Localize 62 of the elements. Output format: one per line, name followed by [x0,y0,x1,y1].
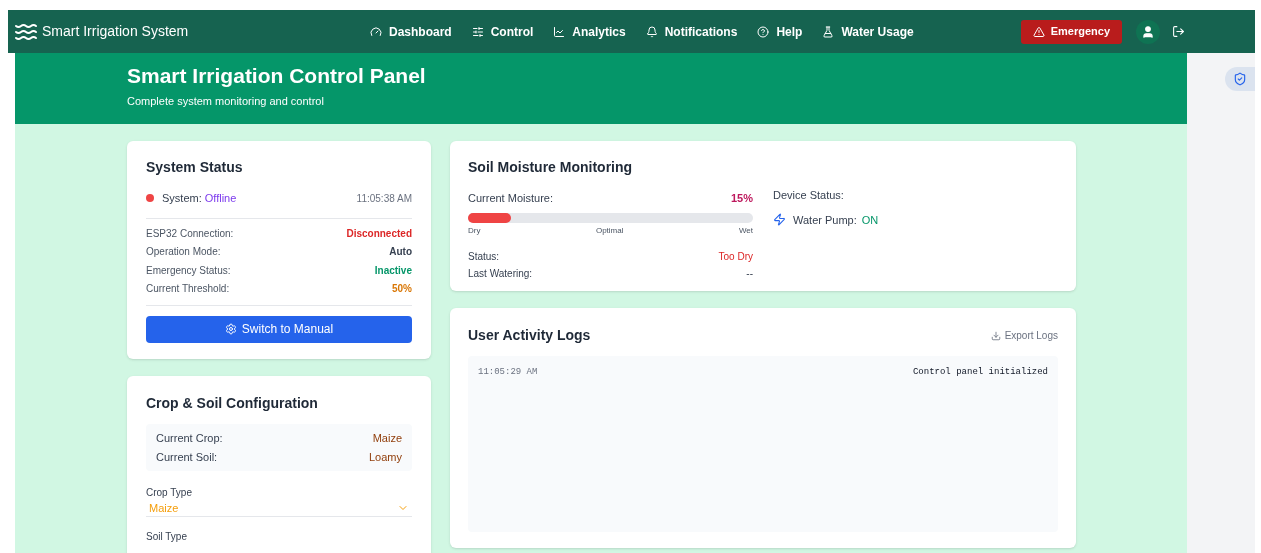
card-title: Crop & Soil Configuration [146,393,319,413]
config-label: Current Soil: [156,449,218,465]
export-logs-button[interactable]: Export Logs [990,328,1058,343]
status-value: Auto [389,245,412,259]
system-state: Offline [204,191,237,206]
moisture-label: Current Moisture: [468,191,553,206]
user-button[interactable] [1136,19,1160,44]
gauge-icon [370,25,382,38]
scale-label: Wet [738,224,753,237]
pump-state: ON [861,212,879,228]
logout-icon[interactable] [1172,25,1185,38]
lightning-icon [773,213,786,227]
page-subtitle: Complete system monitoring and control [127,94,325,109]
gear-icon [224,323,237,335]
card-title: System Status [146,158,244,177]
config-value: Loamy [368,449,402,465]
nav-link[interactable]: Help [757,22,803,41]
status-label: Emergency Status: [146,263,231,278]
moisture-reading: 15% [730,191,753,206]
flask-icon [822,25,835,38]
sliders-icon [471,25,484,38]
moisture-status: Too Dry [718,249,753,264]
shield-button[interactable] [1225,67,1255,91]
nav-link[interactable]: Control [471,22,534,41]
device-status-title: Device Status: [773,188,845,203]
page-title: Smart Irrigation Control Panel [127,63,427,88]
status-value: Disconnected [346,226,412,241]
config-value: Maize [372,430,402,446]
chart-icon [553,25,566,38]
config-label: Current Crop: [156,430,223,446]
scale-label: Dry [468,224,481,237]
shield-icon [1233,72,1247,86]
card-title: User Activity Logs [468,326,591,345]
pump-label: Water Pump: [793,212,857,228]
status-time: 11:05:38 AM [356,191,412,206]
status-label: Operation Mode: [146,245,221,259]
switch-mode-button[interactable]: Switch to Manual [146,315,412,343]
nav-link[interactable]: Analytics [553,22,626,41]
system-label: System: [162,191,202,206]
status-value: 50% [392,282,412,296]
emergency-button[interactable]: Emergency [1020,19,1122,44]
warning-icon [1032,25,1045,38]
status-label: Status: [468,249,500,264]
user-icon [1141,24,1155,39]
bell-icon [645,25,658,38]
last-watering-value: -- [746,266,753,281]
log-time: 11:05:29 AM [478,366,538,379]
nav-link[interactable]: Water Usage [822,22,914,41]
last-watering-label: Last Watering: [468,266,533,281]
card-title: Soil Moisture Monitoring [468,158,634,177]
status-label: ESP32 Connection: [146,226,234,241]
scale-label: Optimal [595,224,624,237]
status-value: Inactive [374,263,412,278]
nav-link[interactable]: Notifications [645,22,738,41]
field-label: Crop Type [146,485,193,500]
brand-name: Smart Irrigation System [42,22,190,41]
field-label: Soil Type [146,529,188,544]
log-message: Control panel initialized [912,366,1048,379]
nav-link[interactable]: Dashboard [370,22,452,41]
status-label: Current Threshold: [146,282,230,296]
download-icon [990,330,1001,341]
help-icon [757,25,770,38]
